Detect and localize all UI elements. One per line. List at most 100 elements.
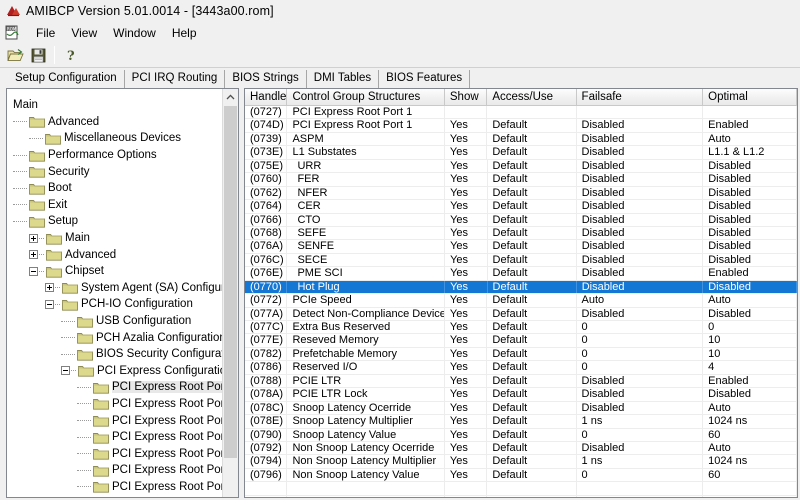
- grid-row[interactable]: (0766) CTO Yes Default Disabled Disabled: [245, 213, 797, 227]
- grid-row[interactable]: (0772) PCIe Speed Yes Default Auto Auto: [245, 294, 797, 308]
- grid-row[interactable]: (0764) CER Yes Default Disabled Disabled: [245, 200, 797, 214]
- grid-cell-show[interactable]: [445, 482, 488, 495]
- grid-cell-name[interactable]: [287, 495, 445, 497]
- grid-column-header[interactable]: Optimal: [703, 89, 797, 105]
- grid-row[interactable]: (074D) PCI Express Root Port 1 Yes Default D…: [245, 119, 797, 133]
- grid-cell-name[interactable]: Reseved Memory: [287, 334, 445, 347]
- grid-cell-handle[interactable]: [245, 482, 288, 495]
- grid-cell-access[interactable]: Default: [488, 173, 577, 186]
- tab-pci-irq-routing[interactable]: PCI IRQ Routing: [124, 70, 226, 88]
- grid-cell-optimal[interactable]: L1.1 & L1.2: [703, 146, 797, 159]
- grid-cell-handle[interactable]: (0770): [245, 280, 288, 294]
- grid-cell-optimal[interactable]: 4: [703, 361, 797, 374]
- grid-cell-handle[interactable]: (0794): [245, 455, 288, 468]
- grid-cell-name[interactable]: Extra Bus Reserved: [287, 321, 445, 334]
- tab-dmi-tables[interactable]: DMI Tables: [306, 70, 380, 88]
- grid-cell-optimal[interactable]: Auto: [703, 401, 797, 415]
- grid-cell-access[interactable]: Default: [487, 334, 577, 347]
- grid-row[interactable]: (078A) PCIE LTR Lock Yes Default Disabled Dis…: [245, 388, 797, 402]
- grid-cell-name[interactable]: PCIE LTR: [287, 374, 445, 388]
- grid-cell-access[interactable]: Default: [487, 374, 577, 388]
- grid-cell-name[interactable]: SEFE: [287, 226, 446, 240]
- grid-cell-access[interactable]: Default: [488, 200, 577, 213]
- grid-row[interactable]: [245, 495, 797, 497]
- grid-cell-access[interactable]: Default: [487, 441, 577, 455]
- menu-window[interactable]: Window: [105, 24, 164, 42]
- grid-cell-show[interactable]: Yes: [445, 186, 488, 200]
- grid-cell-show[interactable]: Yes: [445, 159, 488, 173]
- grid-cell-access[interactable]: Default: [487, 415, 577, 428]
- grid-row[interactable]: (077E) Reseved Memory Yes Default 0 10: [245, 334, 797, 348]
- tree-node[interactable]: BIOS Security Configuration: [7, 346, 222, 363]
- grid-cell-show[interactable]: Yes: [445, 321, 488, 334]
- grid-cell-access[interactable]: Default: [487, 388, 577, 401]
- grid-cell-handle[interactable]: (077A): [245, 307, 288, 320]
- grid-cell-failsafe[interactable]: 0: [577, 347, 704, 361]
- grid-cell-failsafe[interactable]: Disabled: [577, 401, 704, 415]
- grid-cell-access[interactable]: Default: [488, 159, 577, 173]
- grid-cell-handle[interactable]: (0768): [245, 226, 288, 240]
- grid-cell-name[interactable]: PCIe Speed: [287, 294, 445, 307]
- grid-cell-failsafe[interactable]: Disabled: [577, 226, 704, 240]
- grid-cell-optimal[interactable]: Enabled: [703, 374, 797, 388]
- grid-cell-handle[interactable]: (0772): [245, 294, 288, 307]
- grid-row[interactable]: (0762) NFER Yes Default Disabled Disabled: [245, 186, 797, 201]
- grid-cell-handle[interactable]: (074D): [245, 119, 288, 132]
- grid-cell-handle[interactable]: (0739): [245, 132, 288, 146]
- grid-cell-show[interactable]: Yes: [445, 388, 488, 401]
- grid-row[interactable]: [245, 482, 797, 496]
- grid-cell-access[interactable]: Default: [488, 240, 577, 253]
- tree-scrollbar-thumb[interactable]: [224, 106, 237, 458]
- grid-cell-handle[interactable]: (078A): [245, 388, 288, 401]
- grid-cell-access[interactable]: Default: [488, 253, 577, 267]
- grid-cell-failsafe[interactable]: [577, 495, 704, 497]
- expand-icon[interactable]: [45, 283, 54, 293]
- menu-view[interactable]: View: [63, 24, 105, 42]
- grid-cell-failsafe[interactable]: Disabled: [577, 173, 704, 186]
- grid-cell-access[interactable]: Default: [487, 132, 577, 146]
- grid-column-header[interactable]: Handle: [245, 89, 288, 105]
- grid-cell-handle[interactable]: (0764): [245, 200, 288, 213]
- grid-column-header[interactable]: Show: [444, 89, 488, 105]
- grid-cell-show[interactable]: Yes: [445, 347, 488, 361]
- grid-row[interactable]: (0739) ASPM Yes Default Disabled Auto: [245, 132, 797, 147]
- grid-row[interactable]: (0770) Hot Plug Yes Default Disabled Disabled: [245, 280, 797, 295]
- collapse-icon[interactable]: [45, 299, 54, 309]
- grid-cell-optimal[interactable]: Disabled: [703, 200, 797, 213]
- tree-node[interactable]: PCI Express Root Port 2: [7, 396, 222, 413]
- grid-row[interactable]: (0792) Non Snoop Latency Ocerride Yes Defau…: [245, 441, 797, 456]
- grid-row[interactable]: (078C) Snoop Latency Ocerride Yes Default Di…: [245, 401, 797, 416]
- grid-cell-name[interactable]: Hot Plug: [287, 280, 446, 294]
- grid-cell-name[interactable]: URR: [287, 159, 446, 173]
- grid-cell-failsafe[interactable]: Disabled: [577, 213, 704, 226]
- grid-cell-show[interactable]: Yes: [445, 146, 488, 159]
- grid-cell-name[interactable]: Snoop Latency Value: [287, 428, 445, 441]
- grid-cell-name[interactable]: L1 Substates: [287, 146, 445, 159]
- tree-scrollbar[interactable]: [222, 89, 238, 497]
- tree-node[interactable]: Main: [7, 230, 222, 247]
- grid-cell-access[interactable]: Default: [488, 280, 577, 294]
- grid-cell-optimal[interactable]: Enabled: [703, 267, 797, 280]
- menu-help[interactable]: Help: [164, 24, 205, 42]
- grid-cell-optimal[interactable]: Disabled: [703, 213, 797, 226]
- grid-cell-access[interactable]: Default: [487, 146, 577, 159]
- grid-row[interactable]: (076A) SENFE Yes Default Disabled Disabled: [245, 240, 797, 254]
- collapse-icon[interactable]: [29, 266, 38, 276]
- grid-row[interactable]: (075E) URR Yes Default Disabled Disabled: [245, 159, 797, 174]
- grid-cell-name[interactable]: Reserved I/O: [287, 361, 445, 374]
- tree-node[interactable]: PCI Express Root Port 5: [7, 445, 222, 462]
- grid-cell-failsafe[interactable]: Disabled: [577, 146, 704, 159]
- grid-cell-show[interactable]: Yes: [445, 119, 488, 132]
- grid-row[interactable]: (0760) FER Yes Default Disabled Disabled: [245, 173, 797, 187]
- grid-cell-handle[interactable]: (077C): [245, 321, 288, 334]
- grid-row[interactable]: (078E) Snoop Latency Multiplier Yes Default…: [245, 415, 797, 429]
- grid-cell-access[interactable]: Default: [487, 468, 577, 482]
- grid-cell-failsafe[interactable]: Disabled: [577, 159, 704, 173]
- tab-bios-features[interactable]: BIOS Features: [379, 70, 471, 88]
- grid-row[interactable]: (073E) L1 Substates Yes Default Disabled L1.1…: [245, 146, 797, 160]
- grid-cell-handle[interactable]: (0786): [245, 361, 288, 374]
- tree-node[interactable]: Main: [7, 97, 222, 114]
- tree-node[interactable]: PCH-IO Configuration: [7, 296, 222, 313]
- grid-cell-name[interactable]: Non Snoop Latency Value: [287, 468, 445, 482]
- setup-tree[interactable]: Main Advanced Miscellaneous Devices Perform…: [7, 89, 222, 497]
